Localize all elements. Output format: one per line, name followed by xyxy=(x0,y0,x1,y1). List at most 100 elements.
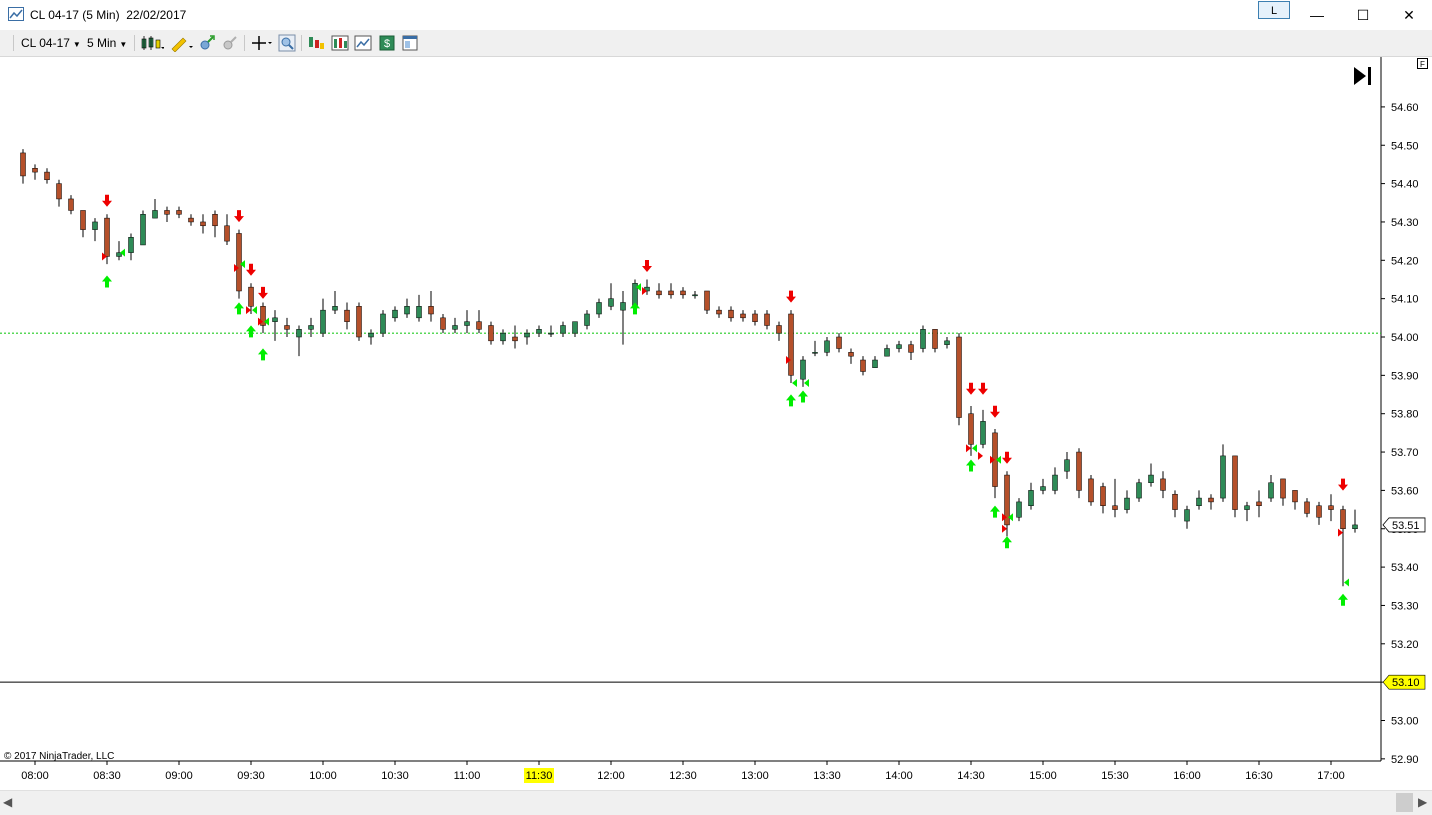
sell-signal-arrow-icon xyxy=(246,263,256,276)
properties-icon[interactable] xyxy=(401,34,419,52)
candle-body xyxy=(20,152,26,177)
candle xyxy=(1280,478,1286,506)
candle-body xyxy=(452,325,458,330)
price-label: 54.00 xyxy=(1391,332,1419,344)
candle xyxy=(896,340,902,353)
candle-body xyxy=(692,294,698,297)
candle-body xyxy=(884,348,890,357)
candle xyxy=(128,233,134,261)
price-label: 53.40 xyxy=(1391,562,1419,574)
buy-signal-arrow-icon xyxy=(234,302,244,315)
candle-body xyxy=(548,332,554,335)
candle xyxy=(1076,448,1082,499)
chart-style-icon[interactable] xyxy=(354,34,372,52)
candle xyxy=(596,298,602,318)
f-toggle-button[interactable]: F xyxy=(1417,58,1428,69)
candle-body xyxy=(200,221,206,227)
price-label: 54.30 xyxy=(1391,217,1419,229)
candle-body xyxy=(92,221,98,230)
candle-body xyxy=(1064,459,1070,472)
buy-signal-arrow-icon xyxy=(102,275,112,288)
candle xyxy=(1196,490,1202,510)
price-label: 53.30 xyxy=(1391,600,1419,612)
candle xyxy=(368,329,374,345)
go-to-end-triangle xyxy=(1354,67,1366,85)
candle-body xyxy=(356,306,362,338)
chart-panel[interactable]: 54.60 54.50 54.40 54.30 54.20 54.10 54.00 53.90… xyxy=(0,57,1432,815)
scrollbar-thumb[interactable] xyxy=(1396,793,1413,812)
candle xyxy=(920,325,926,353)
candle xyxy=(488,321,494,345)
horizontal-scrollbar[interactable]: ◀ ▶ xyxy=(0,790,1432,815)
scroll-right-arrow-icon[interactable]: ▶ xyxy=(1418,795,1427,809)
candle xyxy=(848,348,854,364)
candle-body xyxy=(368,332,374,338)
candle xyxy=(548,325,554,337)
zoom-out-icon[interactable] xyxy=(221,34,239,52)
candle-body xyxy=(620,302,626,311)
minimize-button[interactable]: — xyxy=(1294,0,1340,30)
horizontal-line-price-label: 53.10 xyxy=(1392,677,1420,689)
toolbar-separator xyxy=(13,35,14,51)
price-label: 54.40 xyxy=(1391,179,1419,191)
candle-body xyxy=(584,313,590,326)
candle xyxy=(140,210,146,246)
candle-body xyxy=(656,290,662,296)
candle xyxy=(1304,498,1310,518)
candle-body xyxy=(1268,482,1274,499)
candle xyxy=(356,302,362,341)
crosshair-icon[interactable] xyxy=(250,34,274,52)
candle-body xyxy=(308,325,314,330)
buy-signal-arrow-icon xyxy=(798,390,808,403)
price-label: 54.50 xyxy=(1391,140,1419,152)
drawing-tools-icon[interactable] xyxy=(170,34,194,52)
candle-body xyxy=(860,359,866,372)
magnifier-icon[interactable] xyxy=(278,34,296,52)
price-label: 53.20 xyxy=(1391,639,1419,651)
close-button[interactable]: ✕ xyxy=(1386,0,1432,30)
time-label: 12:30 xyxy=(669,770,697,782)
candle-body xyxy=(932,329,938,349)
candle xyxy=(80,210,86,238)
indicators-icon[interactable] xyxy=(307,34,325,52)
maximize-button[interactable]: ☐ xyxy=(1340,0,1386,30)
candle-body xyxy=(704,290,710,311)
time-label: 16:30 xyxy=(1245,770,1273,782)
candle-body xyxy=(392,309,398,319)
scroll-left-arrow-icon[interactable]: ◀ xyxy=(3,795,12,809)
candle xyxy=(1112,478,1118,518)
candle xyxy=(908,340,914,361)
go-to-end-icon[interactable] xyxy=(1354,67,1371,85)
link-button[interactable]: L xyxy=(1258,1,1290,19)
candle-body xyxy=(920,329,926,349)
last-price-label: 53.51 xyxy=(1392,520,1420,532)
candle-body xyxy=(1148,474,1154,483)
candle-body xyxy=(68,198,74,211)
candle-body xyxy=(1244,505,1250,510)
order-entry-icon[interactable]: $ xyxy=(378,34,396,52)
candle-body xyxy=(404,306,410,315)
candle-body xyxy=(464,321,470,326)
strategies-icon[interactable] xyxy=(331,34,349,52)
buy-signal-arrow-icon xyxy=(630,302,640,315)
candle-body xyxy=(908,344,914,353)
candle-body xyxy=(56,183,62,200)
candle xyxy=(164,206,170,222)
price-label: 53.90 xyxy=(1391,370,1419,382)
price-chart[interactable]: 54.60 54.50 54.40 54.30 54.20 54.10 54.00 53.90… xyxy=(0,57,1432,790)
time-label: 17:00 xyxy=(1317,770,1345,782)
interval-selector[interactable]: 5 Min ▼ xyxy=(87,36,127,50)
candle xyxy=(1148,463,1154,487)
zoom-in-icon[interactable] xyxy=(198,34,216,52)
candle-body xyxy=(1196,497,1202,506)
candle xyxy=(272,310,278,341)
bar-type-icon[interactable] xyxy=(140,34,164,52)
candle-body xyxy=(1220,455,1226,499)
candle-body xyxy=(1100,486,1106,506)
candle xyxy=(1160,471,1166,499)
candle xyxy=(416,294,422,322)
copyright-text: © 2017 NinjaTrader, LLC xyxy=(4,751,115,762)
candle xyxy=(200,214,206,234)
candle-body xyxy=(1352,524,1358,530)
instrument-selector[interactable]: CL 04-17 ▼ xyxy=(21,36,81,50)
